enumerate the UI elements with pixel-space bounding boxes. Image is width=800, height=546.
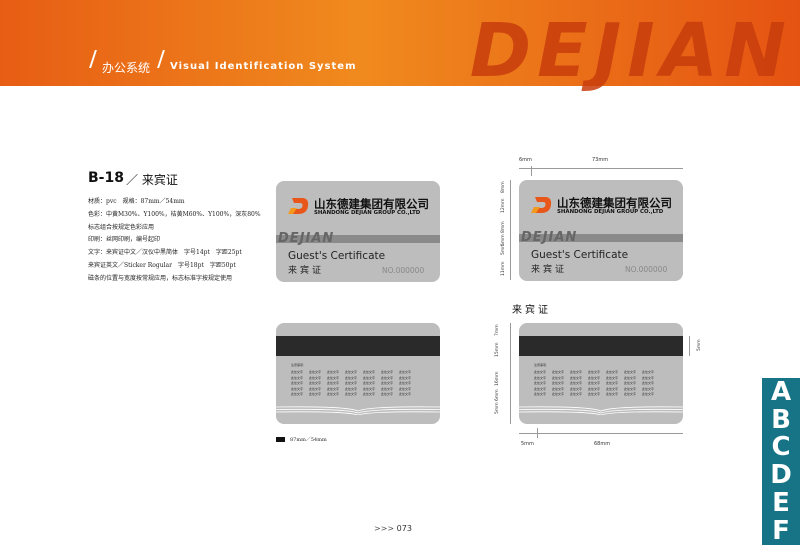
spec-line: 色彩：中黄M30%、Y100%，桔黄M60%、Y100%，深灰80% bbox=[88, 210, 261, 218]
notes-cell: 此处文字 bbox=[606, 392, 619, 397]
header-band: DEJIAN 办公系统 Visual Identification System bbox=[0, 0, 800, 94]
company-name-en: SHANDONG DEJIAN GROUP CO.,LTD bbox=[557, 209, 664, 215]
magnetic-stripe bbox=[519, 336, 683, 356]
notes-grid: 此处文字 此处文字 此处文字 此处文字 此处文字 此处文字 此处文字 此处文字 此处文字 此处文字… bbox=[534, 370, 660, 397]
notes-title: 注意事项: bbox=[534, 363, 548, 367]
dim-right-back: 5mm bbox=[697, 339, 702, 351]
notes-cell: 此处文字 bbox=[642, 392, 655, 397]
spec-line: 文字：来宾证中文／汉仪中黑简体 字号14pt 字距25pt bbox=[88, 249, 242, 257]
dim-line-left bbox=[510, 180, 511, 280]
spec-line: 材质：pvc 规格：87mm／54mm bbox=[88, 198, 185, 205]
dim-v-label: 12mm bbox=[501, 198, 506, 214]
wave-lines-icon bbox=[519, 406, 683, 415]
header-slash-1 bbox=[89, 50, 97, 68]
card-number: NO.000000 bbox=[625, 265, 668, 274]
dim-line-bottom bbox=[519, 433, 683, 434]
item-title: ／ 来宾证 bbox=[126, 173, 178, 187]
card-notes: 注意事项: 此处文字 此处文字 此处文字 此处文字 此处文字 此处文字 此处文字 此处文字 此处… bbox=[291, 363, 417, 397]
index-tab-b[interactable]: B bbox=[762, 406, 800, 434]
notes-grid: 此处文字 此处文字 此处文字 此处文字 此处文字 此处文字 此处文字 此处文字 此处文字 此处文字… bbox=[291, 370, 417, 397]
legend-size: 87mm／54mm bbox=[290, 437, 327, 443]
dim-v-label: 7mm bbox=[495, 324, 500, 336]
dim-tick bbox=[531, 166, 532, 176]
back-caption: 来宾证 bbox=[512, 305, 551, 316]
dim-v-label: 11mm bbox=[501, 261, 506, 277]
brand-watermark: DEJIAN bbox=[469, 8, 792, 94]
dejian-logo-icon bbox=[531, 197, 552, 213]
notes-cell: 此处文字 bbox=[624, 392, 637, 397]
dejian-logo-icon bbox=[288, 198, 309, 214]
card-brand-text: DEJIAN bbox=[521, 230, 578, 245]
dim-v-label: 5mm 6mm bbox=[495, 389, 500, 414]
notes-title: 注意事项: bbox=[291, 363, 305, 367]
card-notes: 注意事项: 此处文字 此处文字 此处文字 此处文字 此处文字 此处文字 此处文字 此处文字 此处… bbox=[534, 363, 660, 397]
header-slash-2 bbox=[157, 50, 165, 68]
spec-line: 磁条的位置与宽度按常规应用，标志标准字按规定使用 bbox=[88, 274, 233, 282]
notes-cell: 此处文字 bbox=[381, 392, 394, 397]
notes-cell: 此处文字 bbox=[363, 392, 376, 397]
spec-line: 来宾证英文／Sticker Rogular 字号18pt 字距50pt bbox=[88, 261, 236, 269]
legend-swatch bbox=[276, 437, 285, 442]
card-brand-text: DEJIAN bbox=[278, 231, 335, 246]
notes-cell: 此处文字 bbox=[309, 392, 322, 397]
notes-cell: 此处文字 bbox=[534, 392, 547, 397]
index-tab-d[interactable]: D bbox=[762, 461, 800, 489]
spec-line: 印刷：丝网印刷，编号起印 bbox=[88, 236, 161, 244]
index-tab-c[interactable]: C bbox=[762, 434, 800, 462]
spec-list: 材质：pvc 规格：87mm／54mm 色彩：中黄M30%、Y100%，桔黄M6… bbox=[88, 196, 278, 286]
dim-v-label: 15mm bbox=[495, 342, 500, 358]
section-title-cn: 办公系统 bbox=[102, 61, 151, 75]
index-tab-f[interactable]: F bbox=[762, 517, 800, 545]
card-back: 注意事项: 此处文字 此处文字 此处文字 此处文字 此处文字 此处文字 此处文字 此处文字 此处… bbox=[276, 323, 440, 424]
card-number: NO.000000 bbox=[382, 266, 425, 275]
pager-arrows-icon: >>> bbox=[374, 524, 395, 533]
wave-lines-icon bbox=[276, 406, 440, 415]
dim-v-label: 16mm bbox=[495, 371, 500, 387]
dim-bottom-width: 68mm bbox=[594, 441, 611, 447]
company-name-en: SHANDONG DEJIAN GROUP CO.,LTD bbox=[314, 210, 421, 216]
guest-title-cn: 来宾证 bbox=[531, 265, 568, 275]
dim-tick bbox=[537, 428, 538, 438]
item-code: B-18 bbox=[88, 170, 124, 186]
notes-cell: 此处文字 bbox=[552, 392, 565, 397]
dim-top-left: 6mm bbox=[519, 157, 532, 163]
card-front-dimensioned: 山东德建集团有限公司 SHANDONG DEJIAN GROUP CO.,LTD… bbox=[519, 180, 683, 281]
page-number-value: 073 bbox=[396, 524, 412, 533]
card-front: 山东德建集团有限公司 SHANDONG DEJIAN GROUP CO.,LTD… bbox=[276, 181, 440, 282]
notes-cell: 此处文字 bbox=[291, 392, 304, 397]
dim-v-label: 5mm bbox=[501, 243, 506, 255]
notes-cell: 此处文字 bbox=[588, 392, 601, 397]
dim-line-right-back bbox=[689, 336, 690, 356]
magnetic-stripe bbox=[276, 336, 440, 356]
guest-title-en: Guest's Certificate bbox=[531, 249, 629, 261]
index-tab-a[interactable]: A bbox=[762, 378, 800, 406]
guest-title-cn: 来宾证 bbox=[288, 266, 325, 276]
notes-cell: 此处文字 bbox=[345, 392, 358, 397]
page-number: >>> 073 bbox=[374, 524, 412, 533]
index-tab-e[interactable]: E bbox=[762, 489, 800, 517]
notes-cell: 此处文字 bbox=[399, 392, 412, 397]
dim-v-label: 8mm bbox=[501, 181, 506, 193]
dim-bottom-left: 5mm bbox=[521, 441, 534, 447]
dim-line-left-back bbox=[510, 323, 511, 424]
notes-cell: 此处文字 bbox=[570, 392, 583, 397]
guest-title-en: Guest's Certificate bbox=[288, 250, 386, 262]
section-index-tabs: A B C D E F bbox=[762, 378, 800, 545]
section-title-en: Visual Identification System bbox=[170, 61, 357, 72]
spec-line: 标志组合按规定色彩应用 bbox=[88, 223, 155, 231]
dim-top-width: 73mm bbox=[592, 157, 609, 163]
notes-cell: 此处文字 bbox=[327, 392, 340, 397]
dim-line-top bbox=[519, 168, 683, 169]
card-back-dimensioned: 注意事项: 此处文字 此处文字 此处文字 此处文字 此处文字 此处文字 此处文字 此处文字 此处… bbox=[519, 323, 683, 424]
